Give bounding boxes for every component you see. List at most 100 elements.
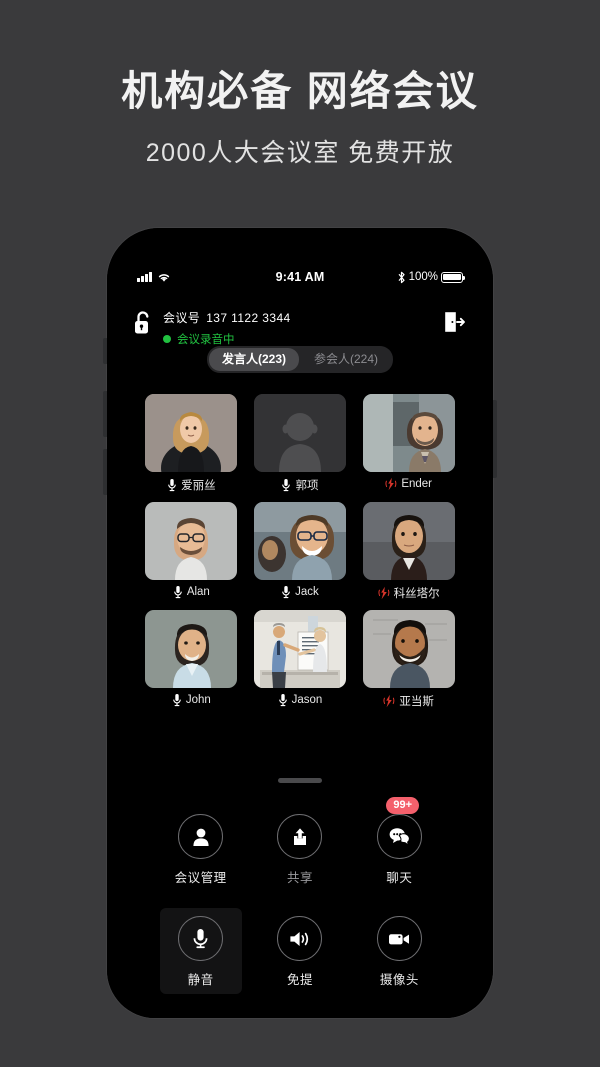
mic-icon [282,479,291,492]
participant-name: 郭项 [295,480,319,492]
mic-icon [168,479,176,492]
speaker-icon [290,931,309,946]
participant-video[interactable] [145,394,238,472]
mic-icon [173,694,181,707]
avatar [362,394,455,472]
exit-door-icon[interactable] [441,309,467,335]
person-icon [193,828,209,846]
speaking-icon [378,586,390,600]
participant-video[interactable] [253,610,346,688]
mute-label: 静音 [187,973,214,987]
participant-name-row: 郭项 [254,477,346,493]
chat-bubble-icon [389,828,410,847]
participant-tile[interactable]: 爱丽丝 [145,394,238,493]
participant-name: Jason [291,694,323,706]
participant-tile[interactable]: John [145,610,238,709]
battery-full-icon [441,271,466,283]
unlocked-lock-icon[interactable] [133,310,153,336]
mic-icon [173,586,182,599]
toolbar-row-secondary: 静音 免提 摄像头 [151,908,449,994]
participant-name-row: 科丝塔尔 [363,585,455,601]
participant-video[interactable] [253,394,346,472]
avatar [145,394,238,472]
camera-label: 摄像头 [379,973,419,987]
status-bar-right: 100% [324,271,466,284]
meeting-manage-button[interactable]: 会议管理 [160,806,242,892]
participant-video[interactable] [145,502,238,580]
participant-video[interactable] [362,610,455,688]
chat-circle [376,814,422,859]
page-title: 机构必备 网络会议 [121,68,479,114]
meeting-manage-label: 会议管理 [174,871,227,885]
battery-percent-label: 100% [408,271,438,283]
speaker-label: 免提 [286,973,313,987]
share-button[interactable]: 共享 [259,806,341,892]
speaking-icon [385,477,397,491]
mute-circle [178,916,224,961]
participant-tile[interactable]: Jason [253,610,346,709]
status-bar-time: 9:41 AM [275,270,325,284]
participant-name-row: Alan [145,585,237,599]
phone-screen: 9:41 AM 100% 会议号 137 1122 3344 会议录音中 发言人… [107,228,493,1018]
chat-button[interactable]: 99+ 聊天 [358,797,440,892]
recording-label: 会议录音中 [177,334,235,346]
speaker-circle [277,916,323,961]
meeting-manage-circle [178,814,224,859]
speaker-button[interactable]: 免提 [259,908,341,994]
avatar [253,502,346,580]
participant-grid: 爱丽丝 郭项 Ender Alan Jack 科丝塔尔 John Jason 亚… [107,394,493,709]
status-bar: 9:41 AM 100% [107,266,493,288]
share-circle [277,814,323,859]
participant-tile[interactable]: Alan [145,502,238,601]
meeting-toolbar: 会议管理 共享 99+ 聊天 静音 免提 摄像头 [107,797,493,994]
bluetooth-icon [398,271,405,283]
participant-name: 科丝塔尔 [393,588,440,600]
avatar [362,610,455,688]
participant-video[interactable] [362,502,455,580]
phone-mockup: 9:41 AM 100% 会议号 137 1122 3344 会议录音中 发言人… [103,228,497,1018]
participant-name-row: Jason [254,693,346,707]
participant-tile[interactable]: Jack [253,502,346,601]
participant-tile[interactable]: Ender [362,394,455,493]
toolbar-row-primary: 会议管理 共享 99+ 聊天 [151,797,449,892]
tab-attendees[interactable]: 参会人(224) [301,348,391,371]
avatar [253,394,346,472]
mic-icon [278,694,287,707]
participant-video[interactable] [145,610,238,688]
participant-tile[interactable]: 郭项 [253,394,346,493]
mic-icon [282,586,291,599]
avatar [145,610,238,688]
participant-video[interactable] [253,502,346,580]
signal-bars-icon [137,272,152,282]
participant-name: John [185,694,211,706]
mute-button[interactable]: 静音 [159,908,242,994]
page-subtitle: 2000人大会议室 免费开放 [145,139,455,168]
recording-dot-icon [163,335,171,343]
participant-video[interactable] [362,394,455,472]
avatar [362,502,455,580]
camera-button[interactable]: 摄像头 [358,908,440,994]
sheet-drag-handle[interactable] [278,778,322,783]
video-camera-icon [389,933,410,944]
participant-name-row: John [145,693,237,707]
meeting-number: 会议号 137 1122 3344 [163,309,431,326]
recording-status: 会议录音中 [163,331,431,347]
participant-name: Ender [401,478,432,490]
share-label: 共享 [286,871,313,885]
participant-name-row: 爱丽丝 [145,477,237,493]
participant-name: Jack [295,586,319,598]
avatar [253,610,346,688]
chat-label: 聊天 [386,871,413,885]
status-bar-left [137,272,276,283]
chat-unread-badge: 99+ [386,797,419,814]
meeting-number-value: 137 1122 3344 [206,311,291,325]
participant-tile[interactable]: 亚当斯 [362,610,455,709]
participant-name-row: 亚当斯 [363,693,455,709]
tab-speakers[interactable]: 发言人(223) [208,348,299,371]
camera-circle [376,916,422,961]
participant-name: 亚当斯 [399,696,434,708]
segmented-control: 发言人(223) 参会人(224) [206,346,394,373]
meeting-info: 会议号 137 1122 3344 会议录音中 [163,308,431,347]
participant-tile[interactable]: 科丝塔尔 [362,502,455,601]
avatar [145,502,238,580]
